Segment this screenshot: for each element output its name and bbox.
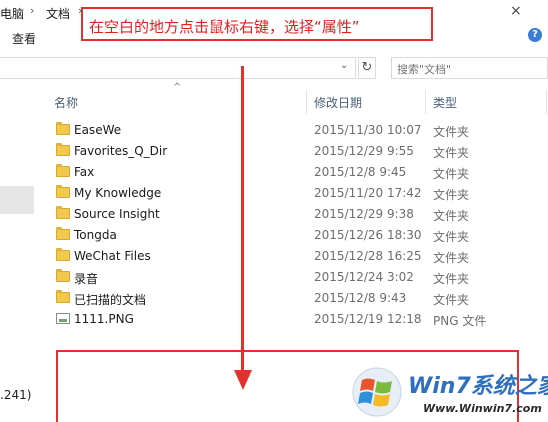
sort-ascending-icon: ^	[173, 82, 182, 93]
file-row[interactable]: Source Insight 2015/12/29 9:38 文件夹	[48, 204, 548, 225]
search-input[interactable]	[397, 62, 537, 76]
folder-icon	[56, 122, 70, 135]
windows-logo-icon	[352, 367, 402, 417]
breadcrumb-this-pc[interactable]: 电脑	[0, 5, 24, 22]
file-row[interactable]: Favorites_Q_Dir 2015/12/29 9:55 文件夹	[48, 141, 548, 162]
file-name: 录音	[74, 272, 99, 286]
file-row[interactable]: Tongda 2015/12/26 18:30 文件夹	[48, 225, 548, 246]
file-row[interactable]: My Knowledge 2015/11/20 17:42 文件夹	[48, 183, 548, 204]
file-type: 文件夹	[433, 230, 470, 244]
folder-icon	[56, 227, 70, 240]
file-date: 2015/12/8 9:45	[314, 165, 407, 179]
folder-icon	[56, 143, 70, 156]
file-type: 文件夹	[433, 251, 470, 265]
address-bar[interactable]	[0, 57, 356, 79]
file-date: 2015/12/26 18:30	[314, 228, 422, 242]
file-date: 2015/12/24 3:02	[314, 270, 414, 284]
chevron-down-icon[interactable]: ⌄	[340, 60, 348, 71]
help-icon[interactable]: ?	[528, 28, 542, 42]
watermark-url: Www.Winwin7.com	[423, 402, 542, 415]
file-type: 文件夹	[433, 146, 470, 160]
file-type: 文件夹	[433, 209, 470, 223]
file-date: 2015/11/20 17:42	[314, 186, 422, 200]
folder-icon	[56, 185, 70, 198]
column-divider[interactable]	[546, 90, 547, 114]
folder-icon	[56, 206, 70, 219]
file-name: Fax	[74, 165, 95, 179]
folder-icon	[56, 248, 70, 261]
file-type: 文件夹	[433, 125, 470, 139]
file-name: 1111.PNG	[74, 312, 134, 326]
file-type: 文件夹	[433, 293, 470, 307]
file-type: 文件夹	[433, 272, 470, 286]
file-type: 文件夹	[433, 167, 470, 181]
file-row[interactable]: Fax 2015/12/8 9:45 文件夹	[48, 162, 548, 183]
nav-pane-selected-item[interactable]	[0, 186, 34, 214]
instruction-callout: 在空白的地方点击鼠标右键，选择“属性”	[81, 7, 433, 41]
watermark-brand: Win7系统之家	[408, 374, 548, 399]
file-type: PNG 文件	[433, 314, 487, 328]
file-name: Favorites_Q_Dir	[74, 144, 168, 158]
file-date: 2015/12/19 12:18	[314, 312, 422, 326]
refresh-icon[interactable]: ↻	[358, 57, 376, 79]
file-date: 2015/12/29 9:55	[314, 144, 414, 158]
file-date: 2015/12/29 9:38	[314, 207, 414, 221]
file-name: Source Insight	[74, 207, 160, 221]
file-date: 2015/11/30 10:07	[314, 123, 422, 137]
file-row[interactable]: 已扫描的文档 2015/12/8 9:43 文件夹	[48, 288, 548, 309]
folder-icon	[56, 290, 70, 303]
file-row[interactable]: WeChat Files 2015/12/28 16:25 文件夹	[48, 246, 548, 267]
file-type: 文件夹	[433, 188, 470, 202]
column-divider[interactable]	[306, 90, 307, 114]
file-date: 2015/12/8 9:43	[314, 291, 407, 305]
file-name: EaseWe	[74, 123, 122, 137]
column-header-type[interactable]: 类型	[433, 94, 457, 111]
pointer-arrow-shaft	[241, 66, 244, 371]
file-date: 2015/12/28 16:25	[314, 249, 422, 263]
column-header-date-modified[interactable]: 修改日期	[314, 94, 362, 111]
file-name: My Knowledge	[74, 186, 162, 200]
file-name: 已扫描的文档	[74, 293, 147, 307]
png-file-icon	[56, 313, 70, 324]
chevron-right-icon[interactable]: ›	[78, 4, 82, 17]
folder-icon	[56, 164, 70, 177]
file-row[interactable]: 录音 2015/12/24 3:02 文件夹	[48, 267, 548, 288]
close-icon[interactable]: ×	[510, 3, 522, 19]
instruction-text: 在空白的地方点击鼠标右键，选择“属性”	[89, 18, 360, 36]
folder-icon	[56, 269, 70, 282]
chevron-right-icon[interactable]: ›	[30, 4, 34, 17]
column-header-name[interactable]: 名称	[54, 94, 78, 111]
column-divider[interactable]	[425, 90, 426, 114]
nav-pane-item-label[interactable]: .241)	[0, 388, 31, 402]
file-name: WeChat Files	[74, 249, 151, 263]
tab-view[interactable]: 查看	[12, 30, 36, 47]
file-name: Tongda	[74, 228, 117, 242]
breadcrumb-documents[interactable]: 文档	[46, 5, 70, 22]
file-row[interactable]: EaseWe 2015/11/30 10:07 文件夹	[48, 120, 548, 141]
file-row[interactable]: 1111.PNG 2015/12/19 12:18 PNG 文件	[48, 309, 548, 330]
